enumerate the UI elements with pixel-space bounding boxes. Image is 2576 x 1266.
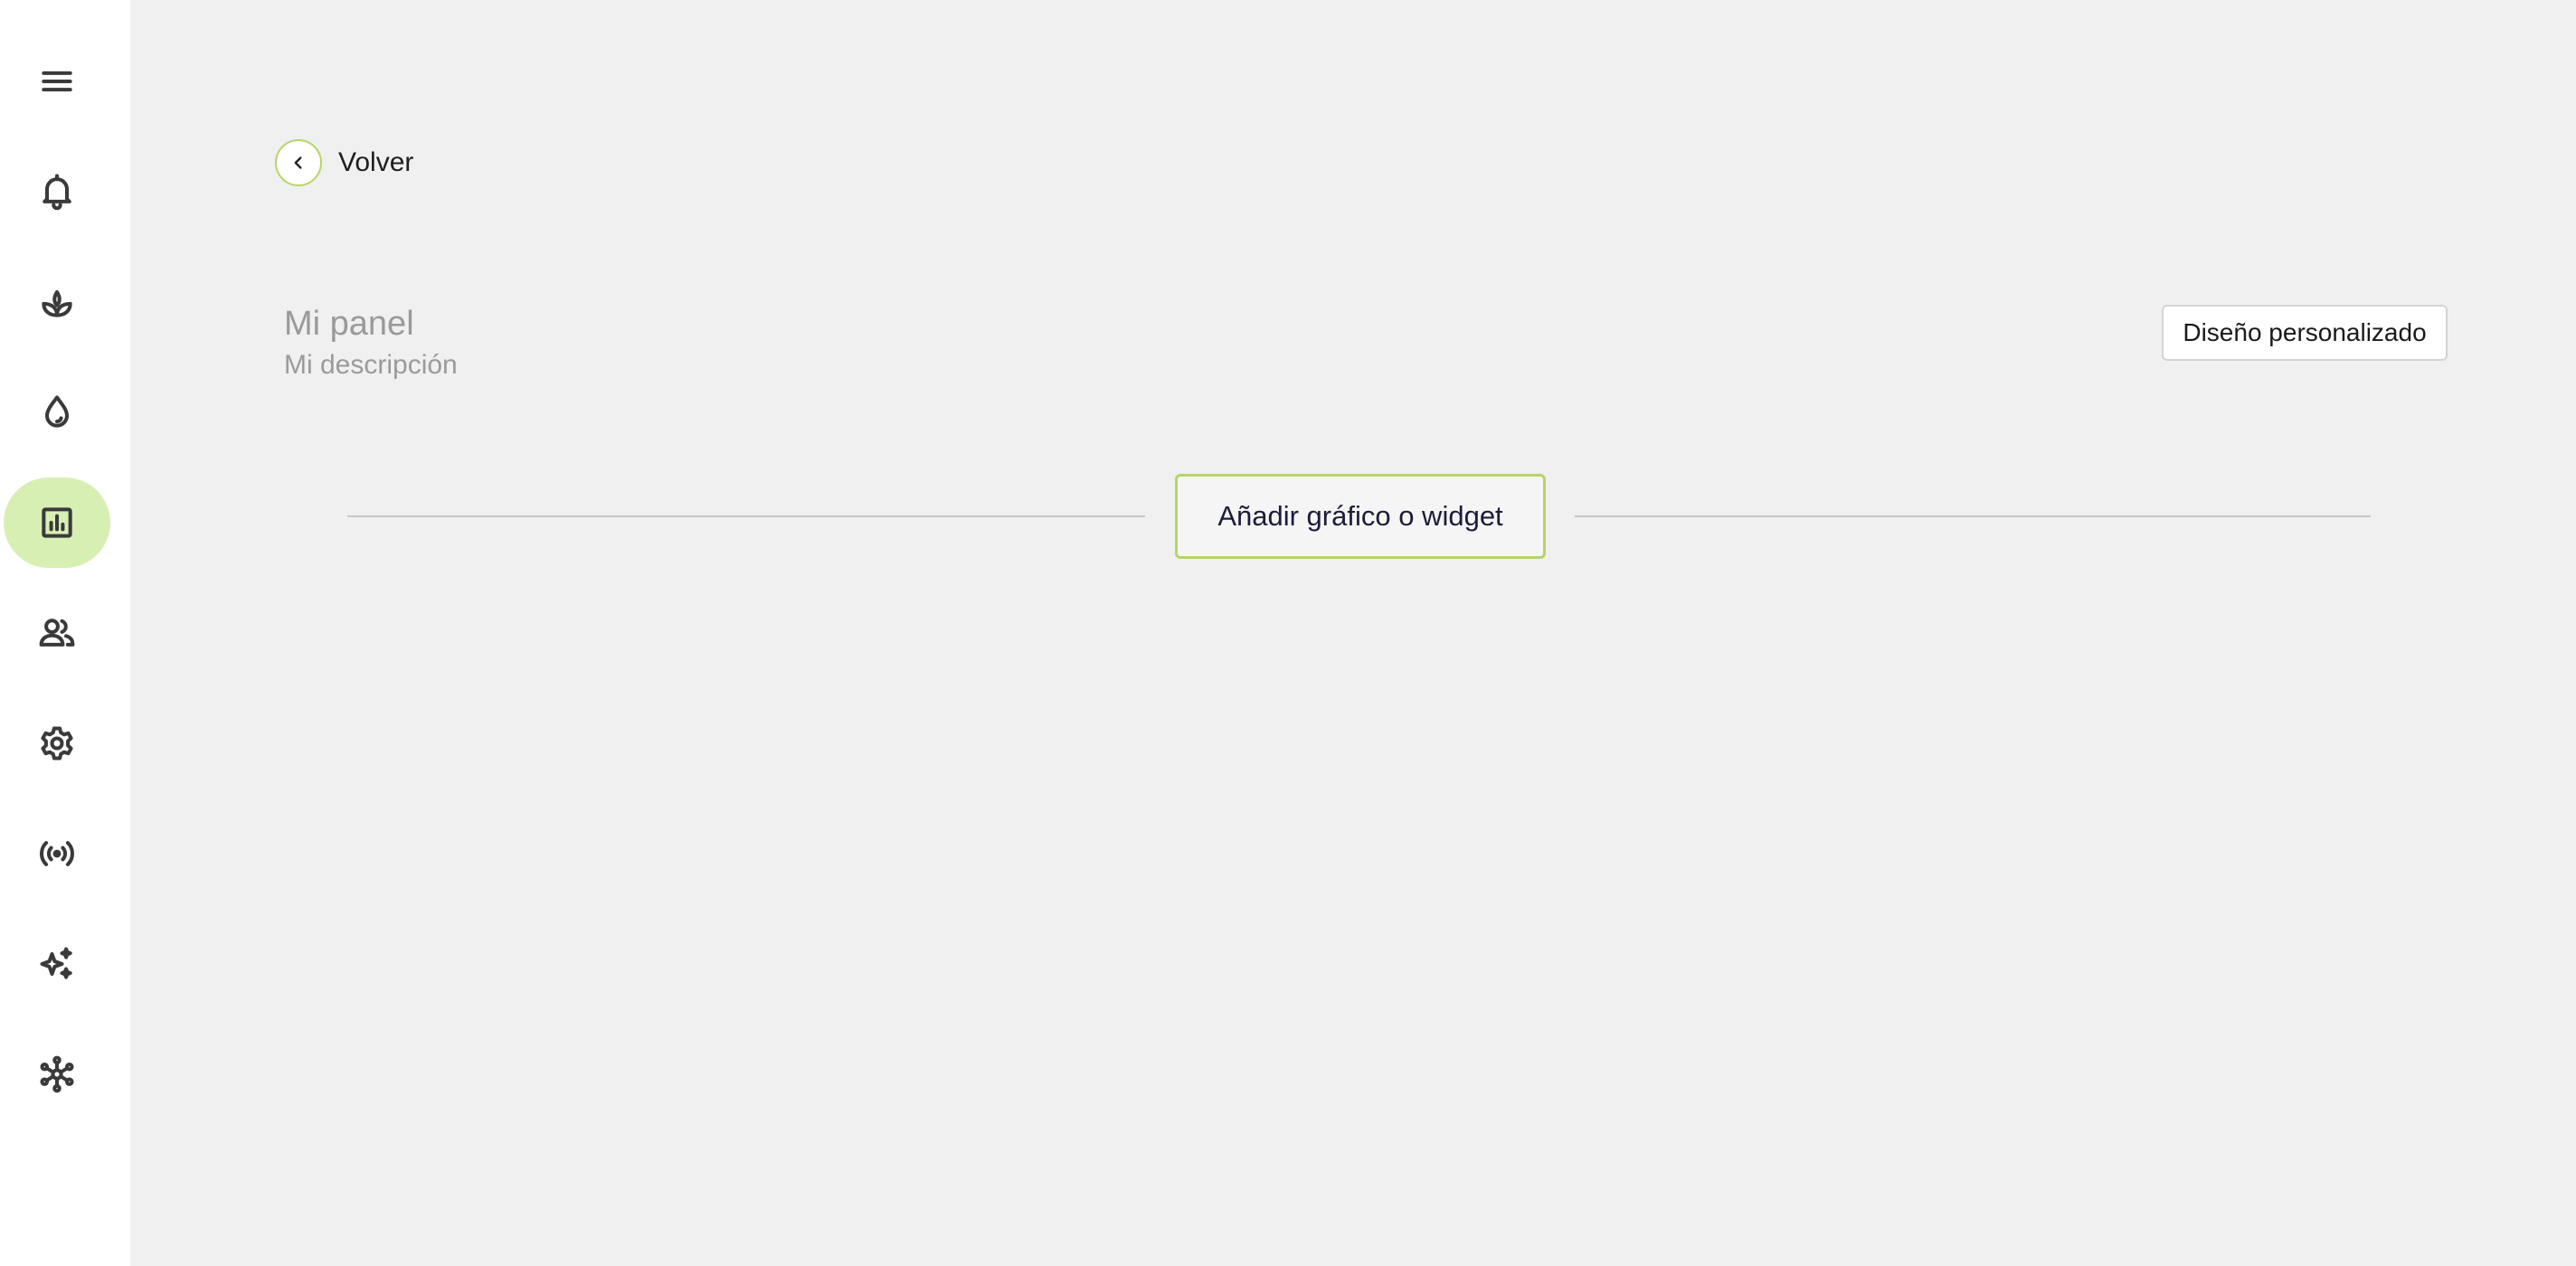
sidebar-item-menu[interactable] xyxy=(4,36,110,127)
sidebar-item-crops[interactable] xyxy=(4,257,110,347)
custom-design-button[interactable]: Diseño personalizado xyxy=(2162,305,2448,361)
panel-title: Mi panel xyxy=(284,305,414,343)
back-label[interactable]: Volver xyxy=(338,147,413,178)
network-icon xyxy=(40,1055,74,1093)
water-drop-icon xyxy=(44,395,70,428)
sidebar xyxy=(0,0,130,1266)
add-widget-button[interactable]: Añadir gráfico o widget xyxy=(1175,474,1546,559)
panel-description: Mi descripción xyxy=(284,350,458,380)
chart-icon xyxy=(42,507,72,538)
sidebar-item-dashboards[interactable] xyxy=(4,477,110,568)
sidebar-item-notifications[interactable] xyxy=(4,146,110,236)
users-icon xyxy=(39,619,75,647)
sidebar-item-ai[interactable] xyxy=(4,919,110,1009)
chevron-left-icon xyxy=(294,156,302,169)
gear-icon xyxy=(41,726,73,761)
divider-left xyxy=(347,515,1145,517)
sidebar-item-settings[interactable] xyxy=(4,698,110,789)
broadcast-icon xyxy=(39,841,75,866)
sparkles-icon xyxy=(40,947,72,979)
back-button[interactable]: Volver xyxy=(275,137,413,188)
bell-icon xyxy=(43,174,71,211)
main-content: Volver Mi panel Mi descripción Diseño pe… xyxy=(130,0,2576,1266)
menu-icon xyxy=(42,71,72,92)
sidebar-item-devices[interactable] xyxy=(4,808,110,899)
sprout-icon xyxy=(42,289,72,317)
back-circle[interactable] xyxy=(275,139,322,186)
app: Volver Mi panel Mi descripción Diseño pe… xyxy=(0,0,2576,1266)
sidebar-item-irrigation[interactable] xyxy=(4,367,110,458)
sidebar-item-users[interactable] xyxy=(4,588,110,678)
divider-right xyxy=(1575,515,2371,517)
sidebar-item-integrations[interactable] xyxy=(4,1029,110,1120)
